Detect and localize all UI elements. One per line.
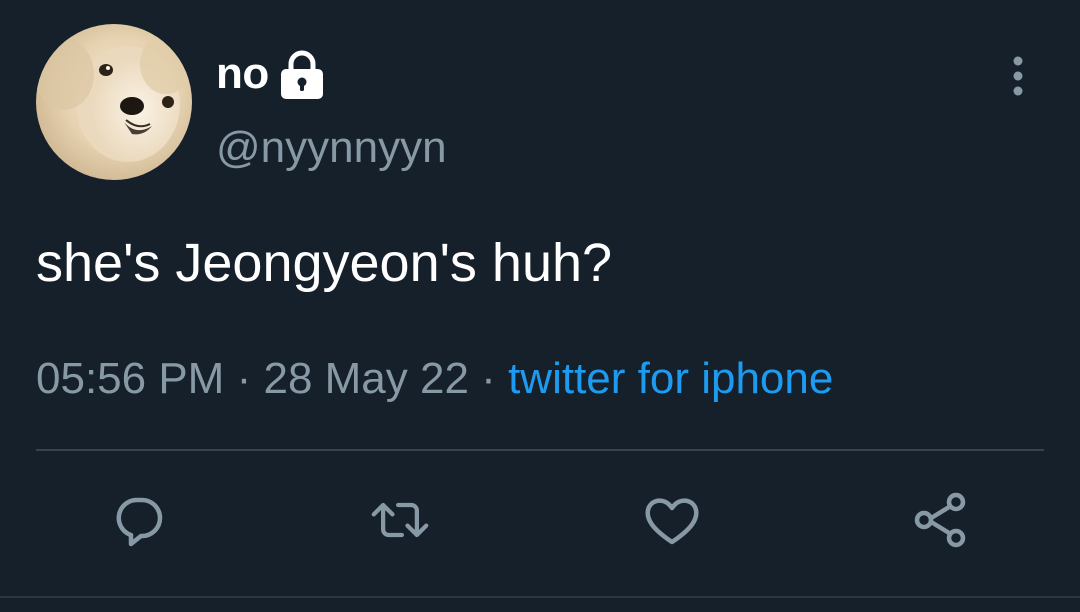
avatar[interactable]: [36, 24, 192, 180]
tweet-detail: no @nyynnyyn she's Jeongyeon's huh? 05:5…: [0, 0, 1080, 612]
divider: [36, 449, 1044, 451]
pomeranian-dog-avatar: [36, 24, 192, 180]
share-icon: [914, 492, 966, 548]
retweet-button[interactable]: [370, 490, 430, 550]
display-name[interactable]: no: [216, 52, 269, 96]
tweet-time[interactable]: 05:56 PM: [36, 354, 224, 403]
reply-button[interactable]: [110, 490, 170, 550]
more-vertical-icon[interactable]: [1000, 54, 1036, 98]
author-name-row[interactable]: no: [216, 44, 325, 104]
tweet-source-link[interactable]: twitter for iphone: [508, 354, 833, 403]
reply-icon: [116, 497, 163, 547]
tweet-metadata: 05:56 PM · 28 May 22 · twitter for iphon…: [36, 354, 833, 403]
author-handle[interactable]: @nyynnyyn: [216, 126, 447, 170]
like-button[interactable]: [642, 490, 702, 550]
separator-dot: ·: [236, 354, 264, 403]
tweet-date[interactable]: 28 May 22: [263, 354, 468, 403]
lock-icon: [279, 50, 325, 100]
like-icon: [645, 498, 699, 545]
bottom-divider: [0, 596, 1080, 598]
retweet-icon: [371, 502, 429, 538]
tweet-text: she's Jeongyeon's huh?: [36, 233, 613, 293]
share-button[interactable]: [910, 490, 970, 550]
separator-dot: ·: [481, 354, 509, 403]
